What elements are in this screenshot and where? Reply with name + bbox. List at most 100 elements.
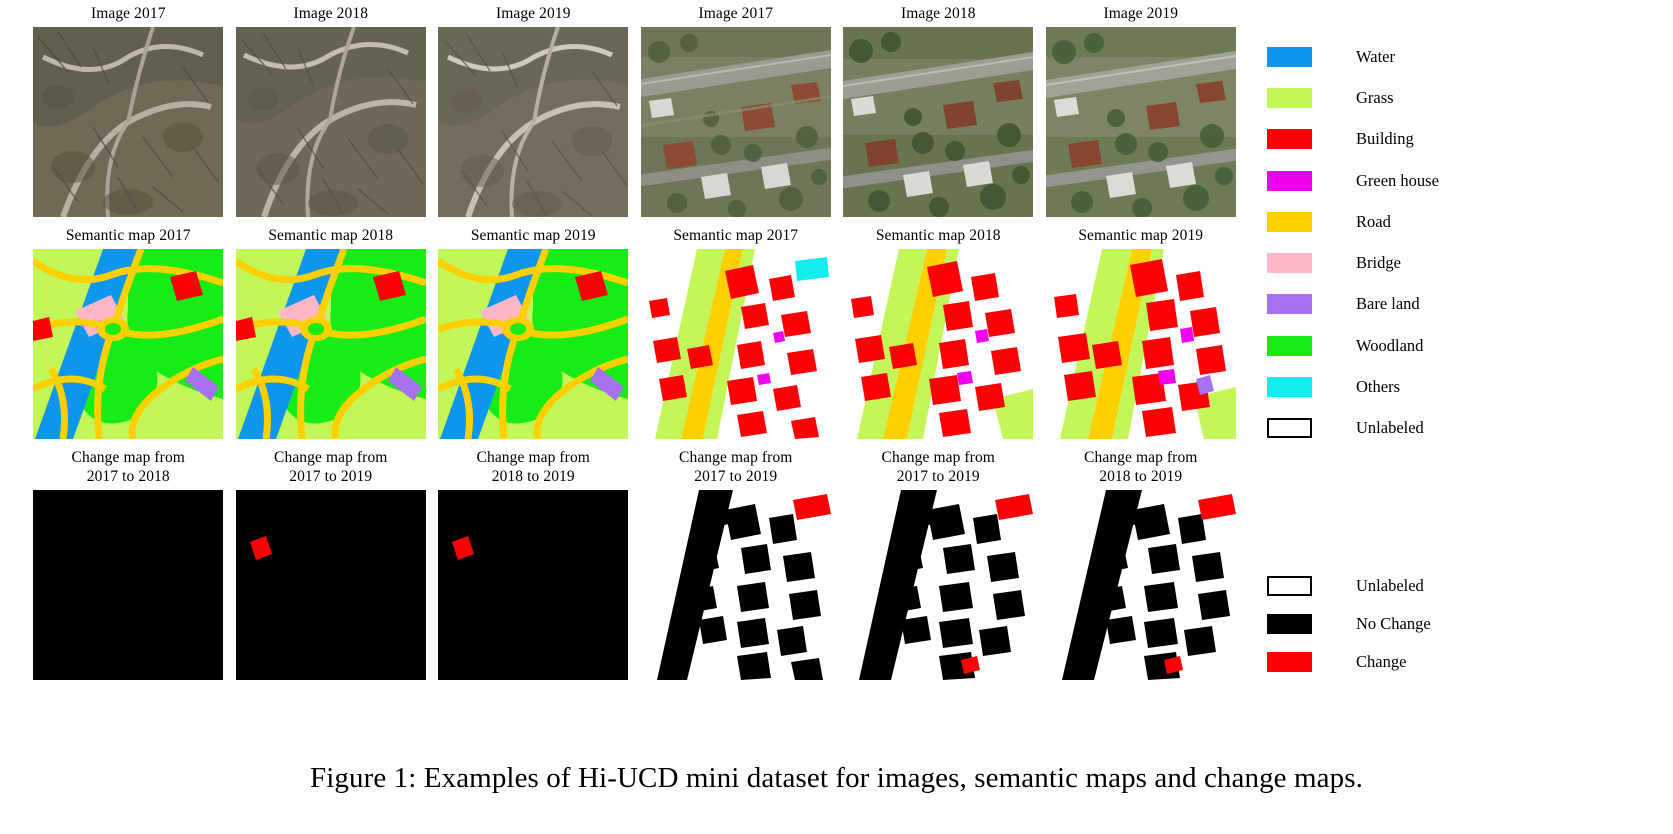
legend-item-others: Others: [1267, 366, 1439, 407]
legend-semantic-classes: Water Grass Building Green house Road Br…: [1267, 36, 1439, 449]
panel-title: Change map from 2017 to 2018: [71, 449, 185, 485]
change-a-18-19-art: [438, 490, 629, 680]
panel-title: Image 2017: [90, 5, 166, 22]
cell-image-b-2017: Image 2017: [635, 4, 838, 217]
figure-1: Image 2017 Image 2018 Image 2019 Image 2…: [0, 0, 1673, 834]
aerial-image-panel: [33, 27, 224, 217]
semantic-b-2019-art: [1045, 249, 1236, 439]
change-a-17-18-art: [33, 490, 224, 680]
row-change-maps: Change map from 2017 to 2018 Change map …: [27, 448, 1242, 680]
legend-label: No Change: [1356, 614, 1431, 633]
panel-title: Semantic map 2017: [65, 227, 191, 244]
panel-title: Change map from 2017 to 2019: [679, 449, 793, 485]
cell-change-b-17-19a: Change map from 2017 to 2019: [635, 448, 838, 680]
legend-label: Bridge: [1356, 253, 1401, 273]
cell-semantic-b-2018: Semantic map 2018: [837, 226, 1040, 439]
legend-item-unlabeled: Unlabeled: [1267, 408, 1439, 449]
panel-title: Image 2018: [900, 5, 976, 22]
legend-item-road: Road: [1267, 201, 1439, 242]
panel-title: Image 2017: [698, 5, 774, 22]
change-map-panel: [1045, 490, 1236, 680]
legend-item-change-unlabeled: Unlabeled: [1267, 567, 1431, 605]
cell-image-a-2019: Image 2019: [432, 4, 635, 217]
cell-change-a-17-18: Change map from 2017 to 2018: [27, 448, 230, 680]
cell-semantic-b-2019: Semantic map 2019: [1040, 226, 1243, 439]
semantic-b-2018-art: [843, 249, 1034, 439]
color-swatch-unlabeled: [1267, 418, 1312, 439]
legend-label: Road: [1356, 211, 1391, 231]
legend-change-classes: Unlabeled No Change Change: [1267, 567, 1431, 681]
change-map-panel: [843, 490, 1034, 680]
aerial-image-panel: [843, 27, 1034, 217]
legend-item-bridge: Bridge: [1267, 242, 1439, 283]
panel-title: Semantic map 2019: [470, 227, 596, 244]
row-images: Image 2017 Image 2018 Image 2019 Image 2…: [27, 4, 1242, 217]
change-b-17-19a-art: [640, 490, 831, 680]
panel-title: Semantic map 2019: [1078, 227, 1204, 244]
change-map-panel: [33, 490, 224, 680]
change-map-panel: [235, 490, 426, 680]
legend-item-bare-land: Bare land: [1267, 284, 1439, 325]
cell-change-b-17-19b: Change map from 2017 to 2019: [837, 448, 1040, 680]
aerial-scene-a-2017-art: [33, 27, 224, 217]
color-swatch-bridge: [1267, 253, 1312, 274]
figure-caption: Figure 1: Examples of Hi-UCD mini datase…: [310, 762, 1363, 794]
aerial-scene-b-2017-art: [640, 27, 831, 217]
color-swatch-change: [1267, 652, 1312, 672]
semantic-a-2019-art: [438, 249, 629, 439]
legend-item-water: Water: [1267, 36, 1439, 77]
semantic-a-2017-art: [33, 249, 224, 439]
change-map-panel: [640, 490, 831, 680]
legend-item-green-house: Green house: [1267, 160, 1439, 201]
row-semantic-maps: Semantic map 2017 Semantic map 2018 Sema…: [27, 226, 1242, 439]
legend-label: Change: [1356, 652, 1407, 671]
semantic-map-panel: [235, 249, 426, 439]
semantic-map-panel: [843, 249, 1034, 439]
aerial-scene-b-2018-art: [843, 27, 1034, 217]
color-swatch-bare-land: [1267, 294, 1312, 315]
legend-item-grass: Grass: [1267, 77, 1439, 118]
panel-title: Semantic map 2018: [875, 227, 1001, 244]
aerial-image-panel: [640, 27, 831, 217]
semantic-a-2018-art: [235, 249, 426, 439]
panel-title: Image 2018: [293, 5, 369, 22]
semantic-map-panel: [33, 249, 224, 439]
panel-title: Change map from 2018 to 2019: [1084, 449, 1198, 485]
legend-item-building: Building: [1267, 119, 1439, 160]
aerial-image-panel: [1045, 27, 1236, 217]
legend-label: Bare land: [1356, 294, 1420, 314]
change-b-17-19b-art: [843, 490, 1034, 680]
cell-image-b-2018: Image 2018: [837, 4, 1040, 217]
change-a-17-19-art: [235, 490, 426, 680]
legend-item-change: Change: [1267, 643, 1431, 681]
legend-label: Building: [1356, 129, 1414, 149]
legend-label: Green house: [1356, 170, 1439, 190]
color-swatch-grass: [1267, 87, 1312, 108]
cell-image-a-2018: Image 2018: [230, 4, 433, 217]
cell-change-b-18-19: Change map from 2018 to 2019: [1040, 448, 1243, 680]
color-swatch-road: [1267, 211, 1312, 232]
color-swatch-woodland: [1267, 335, 1312, 356]
semantic-b-2017-art: [640, 249, 831, 439]
legend-label: Unlabeled: [1356, 576, 1424, 595]
legend-label: Water: [1356, 46, 1395, 66]
color-swatch-unlabeled: [1267, 576, 1312, 596]
legend-item-woodland: Woodland: [1267, 325, 1439, 366]
legend-label: Woodland: [1356, 335, 1424, 355]
panel-title: Change map from 2017 to 2019: [881, 449, 995, 485]
cell-semantic-a-2019: Semantic map 2019: [432, 226, 635, 439]
panel-title: Image 2019: [495, 5, 571, 22]
panel-grid: Image 2017 Image 2018 Image 2019 Image 2…: [27, 4, 1242, 680]
aerial-image-panel: [438, 27, 629, 217]
legend-label: Unlabeled: [1356, 418, 1424, 438]
legend-label: Others: [1356, 377, 1400, 397]
color-swatch-no-change: [1267, 614, 1312, 634]
cell-image-b-2019: Image 2019: [1040, 4, 1243, 217]
cell-change-a-18-19: Change map from 2018 to 2019: [432, 448, 635, 680]
color-swatch-green-house: [1267, 170, 1312, 191]
panel-title: Image 2019: [1103, 5, 1179, 22]
panel-title: Semantic map 2018: [268, 227, 394, 244]
panel-title: Semantic map 2017: [673, 227, 799, 244]
aerial-scene-a-2018-art: [235, 27, 426, 217]
aerial-scene-a-2019-art: [438, 27, 629, 217]
